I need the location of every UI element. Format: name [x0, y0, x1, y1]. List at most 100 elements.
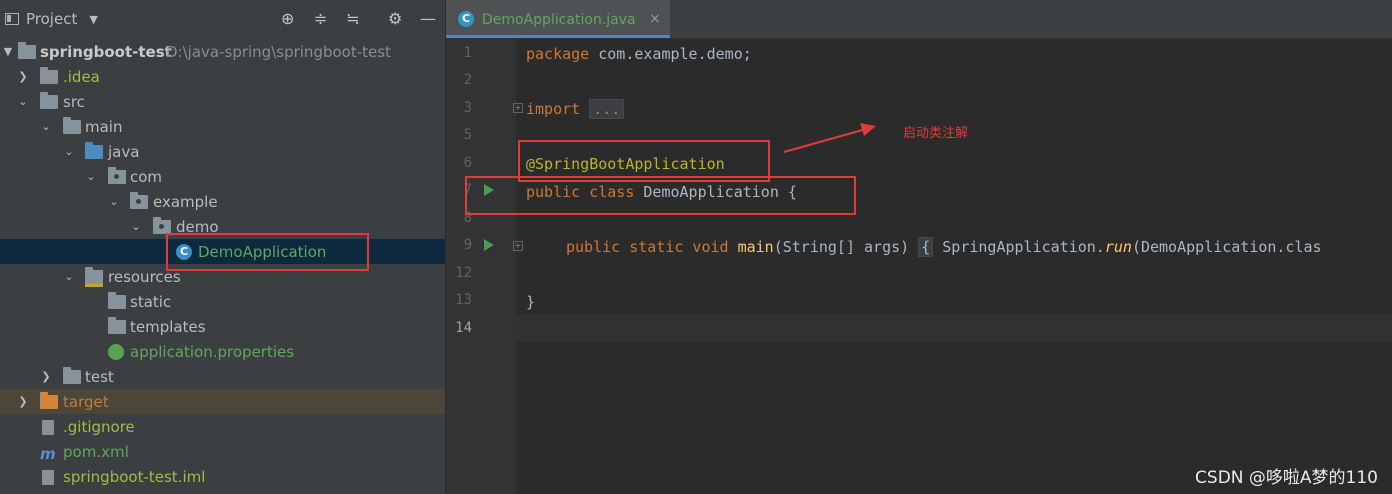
- project-header: Project ▼ ⊕ ≑ ≒ ⚙ —: [0, 0, 445, 38]
- code-line-9[interactable]: public static void main(String[] args) {…: [566, 237, 1322, 257]
- chevron-right-icon[interactable]: ❯: [17, 395, 29, 408]
- tree-item-src[interactable]: ⌄ src: [0, 89, 445, 114]
- tree-item-label: src: [63, 92, 85, 111]
- tree-item-springboot-test[interactable]: ▼ springboot-test D:\java-spring\springb…: [0, 39, 445, 64]
- tree-item-label: main: [85, 117, 123, 136]
- collapse-all-icon[interactable]: ≒: [346, 11, 359, 27]
- chevron-down-icon[interactable]: ⌄: [85, 170, 97, 183]
- tree-item-java[interactable]: ⌄ java: [0, 139, 445, 164]
- module-file-icon: [42, 469, 60, 485]
- line-number: 9: [463, 237, 472, 253]
- folded-imports[interactable]: ...: [589, 99, 625, 119]
- tree-item-label: .gitignore: [63, 417, 135, 436]
- code-text: (String[] args): [773, 238, 919, 256]
- tree-item-iml[interactable]: springboot-test.iml: [0, 464, 445, 489]
- folder-icon: [63, 116, 81, 134]
- chevron-down-icon[interactable]: ⌄: [63, 270, 75, 283]
- fold-icon[interactable]: +: [513, 103, 523, 113]
- chevron-down-icon[interactable]: ⌄: [108, 195, 120, 208]
- source-folder-icon: [85, 141, 103, 159]
- code-line-3[interactable]: import ...: [526, 99, 625, 119]
- watermark: CSDN @哆啦A梦的110: [1195, 468, 1378, 488]
- project-icon: [5, 13, 19, 25]
- tree-item-label: application.properties: [130, 342, 295, 361]
- tree-item-label: springboot-test: [40, 42, 172, 61]
- excluded-folder-icon: [40, 391, 58, 409]
- chevron-down-icon[interactable]: ⌄: [130, 220, 142, 233]
- expand-all-icon[interactable]: ≑: [314, 11, 327, 27]
- tree-item-label: springboot-test.iml: [63, 467, 206, 486]
- folded-brace[interactable]: {: [918, 237, 934, 257]
- tree-item-com[interactable]: ⌄ com: [0, 164, 445, 189]
- tree-item-templates[interactable]: templates: [0, 314, 445, 339]
- tree-item-label: example: [153, 192, 218, 211]
- package-icon: [153, 216, 171, 234]
- code-line-13[interactable]: }: [526, 293, 535, 311]
- close-icon[interactable]: ×: [649, 11, 661, 27]
- keyword: import: [526, 100, 581, 118]
- project-view-selector[interactable]: Project ▼: [5, 10, 98, 28]
- locate-icon[interactable]: ⊕: [281, 11, 294, 27]
- highlight-box-class-file: [166, 233, 369, 271]
- highlight-box-class-declaration: [465, 176, 856, 215]
- code-line-1[interactable]: package com.example.demo;: [526, 45, 752, 63]
- minimize-icon[interactable]: —: [420, 11, 436, 27]
- resources-folder-icon: [85, 266, 103, 287]
- line-number: 12: [455, 265, 472, 281]
- project-title: Project: [26, 10, 78, 28]
- tree-item-pom-xml[interactable]: m pom.xml: [0, 439, 445, 464]
- package-icon: [130, 191, 148, 209]
- tree-item-label: pom.xml: [63, 442, 129, 461]
- line-number: 6: [463, 155, 472, 171]
- chevron-down-icon[interactable]: ▼: [89, 13, 97, 26]
- tree-item-label: target: [63, 392, 109, 411]
- current-line-highlight: [516, 314, 1392, 342]
- line-number: 3: [463, 100, 472, 116]
- tree-item-test[interactable]: ❯ test: [0, 364, 445, 389]
- tree-item-label: com: [130, 167, 163, 186]
- tree-item-label: java: [108, 142, 140, 161]
- tree-item-target[interactable]: ❯ target: [0, 389, 445, 414]
- tab-demoapplication-java[interactable]: C DemoApplication.java ×: [446, 0, 670, 38]
- folder-icon: [63, 366, 81, 384]
- run-icon[interactable]: [484, 239, 494, 251]
- tree-item-label: .idea: [63, 67, 100, 86]
- folder-icon: [108, 291, 126, 309]
- keyword: public static void: [566, 238, 729, 256]
- tree-item-static[interactable]: static: [0, 289, 445, 314]
- line-number: 2: [463, 72, 472, 88]
- package-icon: [108, 166, 126, 184]
- arrow-annotation: [783, 123, 876, 153]
- folder-icon: [108, 316, 126, 334]
- chevron-down-icon[interactable]: ▼: [2, 45, 14, 58]
- tree-item-application-properties[interactable]: application.properties: [0, 339, 445, 364]
- tree-item-main[interactable]: ⌄ main: [0, 114, 445, 139]
- chevron-down-icon[interactable]: ⌄: [40, 120, 52, 133]
- tree-item-idea[interactable]: ❯ .idea: [0, 64, 445, 89]
- module-icon: [18, 41, 36, 59]
- spring-class-icon: C: [458, 11, 474, 27]
- code-text: com.example.demo;: [589, 45, 752, 63]
- line-number: 14: [455, 320, 472, 336]
- tab-label: DemoApplication.java: [482, 12, 636, 28]
- folder-icon: [40, 91, 58, 109]
- editor-gutter: 1 2 3 5 6 7 8 9 12 13 14 + +: [446, 39, 523, 494]
- tree-item-gitignore[interactable]: .gitignore: [0, 414, 445, 439]
- code-text: }: [526, 293, 536, 311]
- tree-item-example[interactable]: ⌄ example: [0, 189, 445, 214]
- gitignore-file-icon: [42, 419, 60, 435]
- annotation-note: 启动类注解: [903, 126, 969, 141]
- chevron-right-icon[interactable]: ❯: [40, 370, 52, 383]
- folder-icon: [40, 66, 58, 84]
- fold-icon[interactable]: +: [513, 241, 523, 251]
- chevron-right-icon[interactable]: ❯: [17, 70, 29, 83]
- code-text: (DemoApplication.clas: [1131, 238, 1322, 256]
- line-number: 13: [455, 292, 472, 308]
- chevron-down-icon[interactable]: ⌄: [17, 95, 29, 108]
- chevron-down-icon[interactable]: ⌄: [63, 145, 75, 158]
- method-name: main: [737, 238, 774, 256]
- gear-icon[interactable]: ⚙: [388, 11, 402, 27]
- code-text: SpringApplication.: [933, 238, 1105, 256]
- editor-area: C DemoApplication.java × 1 2 3 5 6 7 8 9…: [446, 0, 1392, 494]
- tree-item-label: templates: [130, 317, 206, 336]
